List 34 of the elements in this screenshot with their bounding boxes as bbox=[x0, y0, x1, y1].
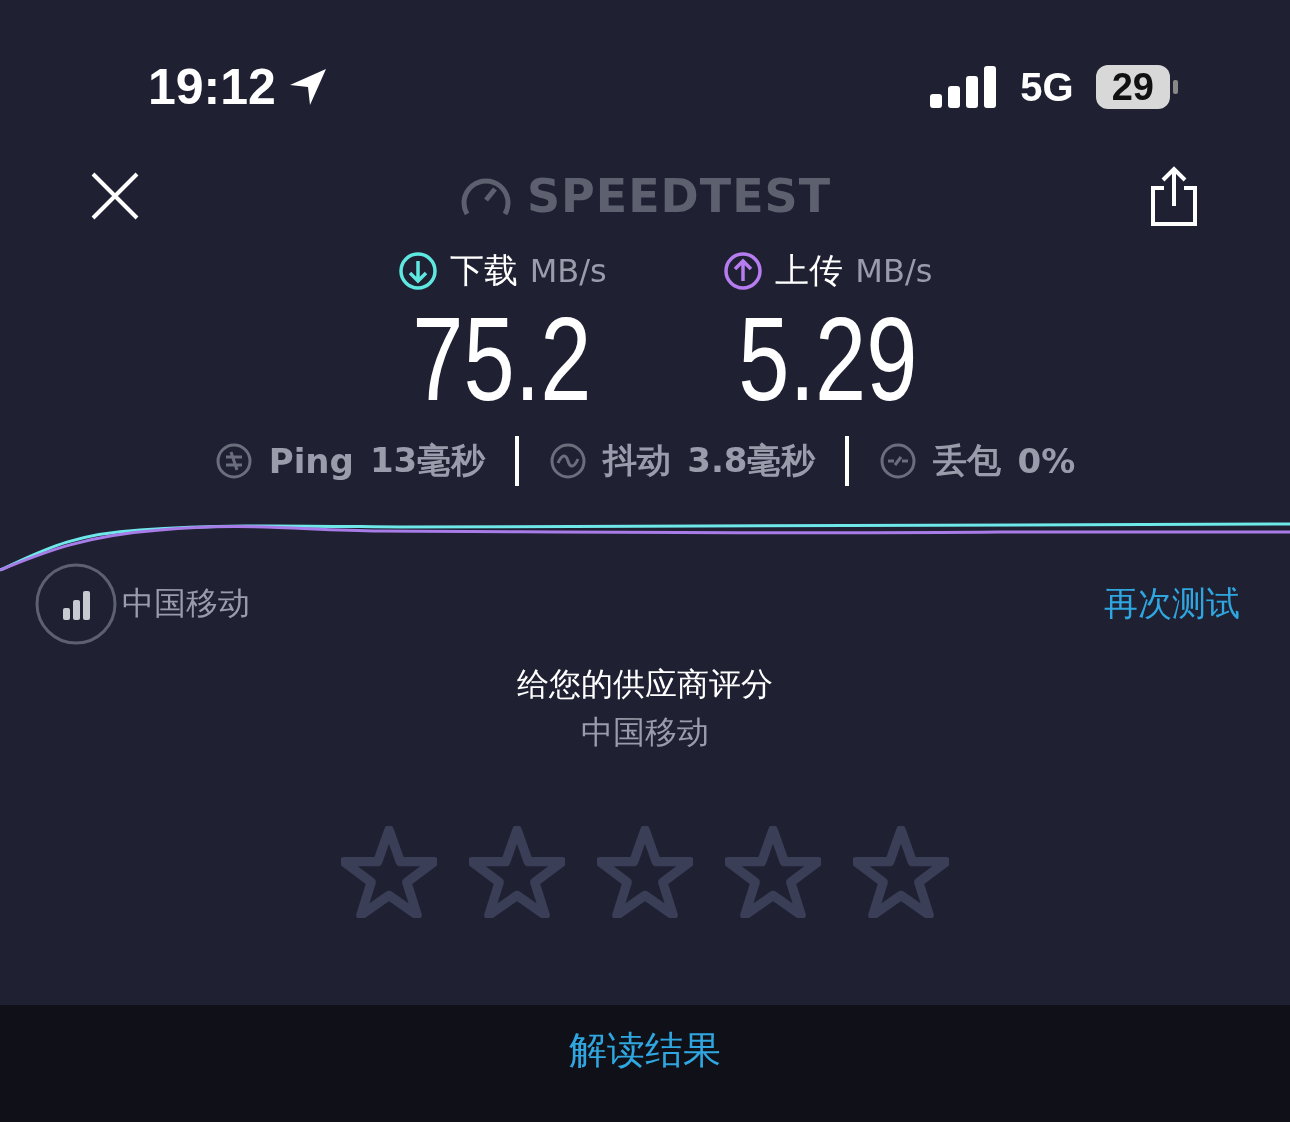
metric-value: 3.8毫秒 bbox=[687, 439, 816, 482]
star-icon[interactable] bbox=[725, 826, 821, 918]
carrier-signal-icon bbox=[34, 562, 118, 646]
result-label: 下载 bbox=[449, 249, 518, 292]
loss-icon bbox=[879, 442, 918, 480]
share-icon[interactable] bbox=[1150, 166, 1198, 226]
star-icon[interactable] bbox=[341, 826, 437, 918]
metric-value: 0% bbox=[1017, 441, 1076, 481]
jitter-icon bbox=[549, 442, 588, 480]
speedtest-logo: SPEEDTEST bbox=[526, 169, 832, 223]
result-unit: MB/s bbox=[855, 252, 933, 290]
signal-icon bbox=[930, 66, 999, 108]
result-label: 上传 bbox=[775, 249, 844, 292]
explain-results-link[interactable]: 解读结果 bbox=[569, 1025, 721, 1075]
rating-title: 给您的供应商评分 bbox=[517, 664, 773, 705]
result-value: 5.29 bbox=[738, 294, 918, 424]
star-icon[interactable] bbox=[853, 826, 949, 918]
star-icon[interactable] bbox=[597, 826, 693, 918]
metric-label: 抖动 bbox=[603, 439, 672, 482]
retest-link[interactable]: 再次测试 bbox=[1104, 581, 1240, 627]
rating-provider: 中国移动 bbox=[581, 712, 709, 753]
clock-time: 19:12 bbox=[148, 58, 276, 116]
close-icon[interactable] bbox=[90, 171, 140, 221]
battery-indicator: 29 bbox=[1095, 65, 1178, 109]
star-icon[interactable] bbox=[469, 826, 565, 918]
star-rating[interactable] bbox=[341, 826, 949, 918]
result-value: 75.2 bbox=[412, 294, 592, 424]
carrier-name: 中国移动 bbox=[122, 583, 250, 624]
result-unit: MB/s bbox=[529, 252, 607, 290]
metric-label: Ping bbox=[268, 441, 354, 481]
metric-label: 丢包 bbox=[933, 439, 1002, 482]
metric-value: 13毫秒 bbox=[369, 439, 486, 482]
network-type: 5G bbox=[1020, 64, 1074, 110]
ping-icon bbox=[214, 442, 253, 480]
